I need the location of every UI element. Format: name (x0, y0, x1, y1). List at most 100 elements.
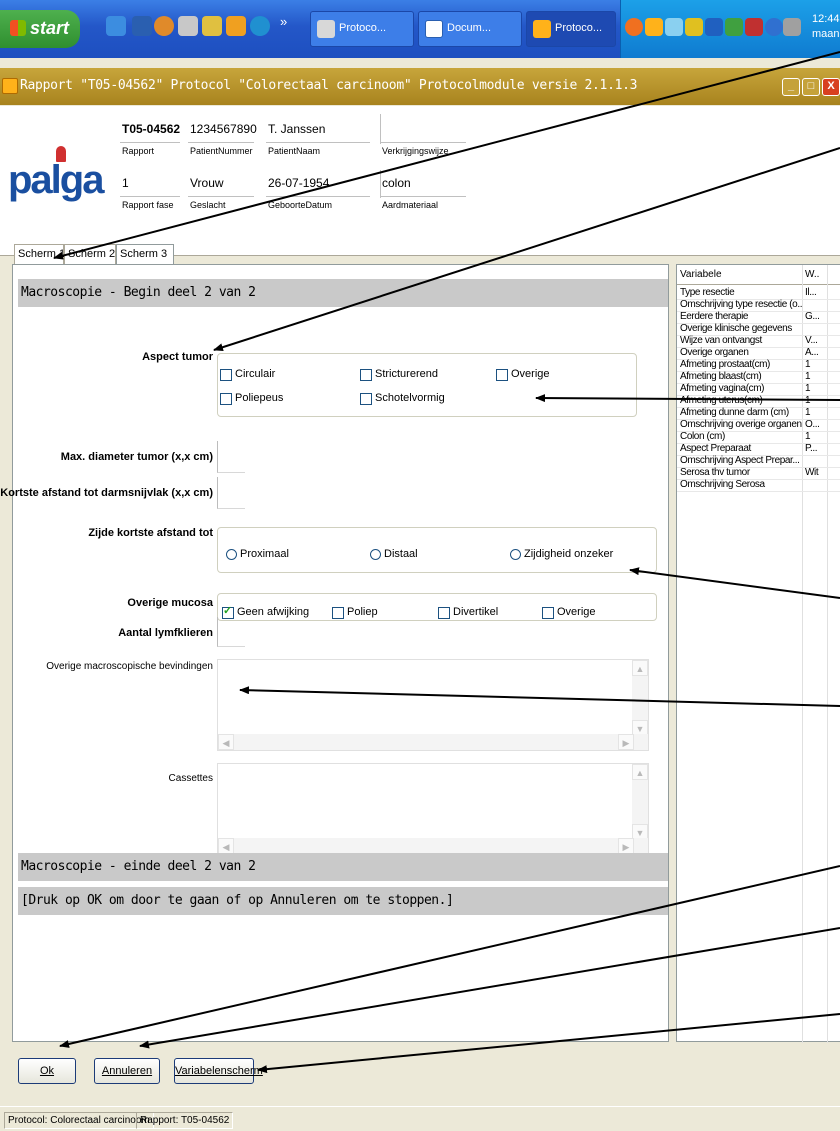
tab-scherm-2[interactable]: Scherm 2 (64, 244, 116, 264)
clock-day: maandag (812, 28, 840, 40)
gender: Vrouw (190, 176, 224, 190)
birth-date-label: GeboorteDatum (268, 200, 333, 210)
app-icon[interactable] (226, 16, 246, 36)
clock-time: 12:44 (812, 13, 840, 25)
system-tray (620, 0, 840, 58)
tray-icon-4[interactable] (685, 18, 703, 36)
side-onzeker-radio[interactable]: Zijdigheid onzeker (510, 548, 613, 560)
scroll-left-icon[interactable]: ◀ (218, 734, 234, 750)
app-icon (2, 78, 18, 94)
birth-date: 26-07-1954 (268, 176, 330, 190)
cancel-button[interactable]: Annuleren (94, 1058, 160, 1084)
mucosa-group: Geen afwijking Poliep Divertikel Overige (217, 593, 657, 621)
task-button-protocol-2[interactable]: Protoco... (526, 11, 616, 47)
cancel-label: Annuleren (101, 1065, 153, 1077)
maximize-button[interactable]: □ (802, 78, 820, 96)
aspect-circulair-checkbox[interactable]: Circulair (220, 368, 275, 381)
tray-icon-2[interactable] (645, 18, 663, 36)
other-findings-hscroll[interactable]: ◀ ▶ (218, 734, 648, 750)
tray-icon-6[interactable] (725, 18, 743, 36)
variables-table[interactable]: Variabele W.. Type resectie Il... Omschrij… (676, 264, 840, 1043)
task-button-protocol-1[interactable]: Protoco... (310, 11, 414, 47)
max-diameter-input[interactable] (217, 441, 245, 473)
report-phase: 1 (122, 176, 129, 190)
tab-scherm-1[interactable]: Scherm 1 (14, 244, 65, 264)
aspect-tumor-label: Aspect tumor (142, 351, 213, 363)
start-label: start (30, 18, 70, 38)
variable-value: 1 (805, 383, 811, 394)
close-button[interactable]: X (822, 78, 840, 96)
patient-name-label: PatientNaam (268, 146, 321, 156)
report-phase-label: Rapport fase (122, 200, 174, 210)
column-waarde[interactable]: W.. (805, 269, 819, 280)
side-distaal-radio[interactable]: Distaal (370, 548, 418, 560)
status-report: Rapport: T05-04562 (136, 1112, 234, 1129)
tray-icon-7[interactable] (745, 18, 763, 36)
variable-value: 1 (805, 371, 811, 382)
side-label: Zijde kortste afstand tot (88, 527, 213, 539)
clock[interactable]: 12:44 maandag (812, 12, 840, 42)
aspect-schotelvormig-checkbox[interactable]: Schotelvormig (360, 392, 445, 405)
variables-screen-button[interactable]: Variabelenscherm (174, 1058, 263, 1084)
minimize-button[interactable]: _ (782, 78, 800, 96)
tray-icon-1[interactable] (625, 18, 643, 36)
variables-table-header: Variabele W.. (677, 265, 840, 285)
side-group: Proximaal Distaal Zijdigheid onzeker (217, 527, 657, 573)
word-icon[interactable] (132, 16, 152, 36)
mucosa-poliep-checkbox[interactable]: Poliep (332, 606, 378, 619)
variable-name: Aspect Preparaat (680, 443, 751, 454)
aspect-stricturerend-checkbox[interactable]: Stricturerend (360, 368, 438, 381)
scroll-right-icon[interactable]: ▶ (618, 734, 634, 750)
tray-icon-3[interactable] (665, 18, 683, 36)
variable-name: Eerdere therapie (680, 311, 749, 322)
task-button-document[interactable]: Docum... (418, 11, 522, 47)
ok-button[interactable]: Ok (18, 1058, 76, 1084)
shortest-distance-input[interactable] (217, 477, 245, 509)
other-findings-vscroll[interactable]: ▲ ▼ (632, 660, 648, 736)
window-titlebar[interactable]: Rapport "T05-04562" Protocol "Colorectaa… (0, 68, 840, 105)
scroll-left-icon[interactable]: ◀ (218, 838, 234, 854)
document-icon (425, 20, 443, 38)
task-label: Protoco... (555, 22, 603, 34)
cassettes-vscroll[interactable]: ▲ ▼ (632, 764, 648, 840)
lymph-input[interactable] (217, 617, 245, 647)
cassettes-hscroll[interactable]: ◀ ▶ (218, 838, 648, 854)
variable-value: A... (805, 347, 819, 358)
scroll-up-icon[interactable]: ▲ (632, 660, 648, 676)
media-icon[interactable] (250, 16, 270, 36)
shortest-distance-label: Kortste afstand tot darmsnijvlak (x,x cm… (0, 487, 213, 499)
desktop-icon[interactable] (106, 16, 126, 36)
task-label: Docum... (447, 22, 492, 34)
variable-name: Colon (cm) (680, 431, 725, 442)
aspect-poliepeus-checkbox[interactable]: Poliepeus (220, 392, 283, 405)
aspect-overige-checkbox[interactable]: Overige (496, 368, 550, 381)
taskbar: start » Protoco... Docum... Protoco... 1… (0, 0, 840, 58)
tab-scherm-3[interactable]: Scherm 3 (116, 244, 174, 264)
tray-icon-9[interactable] (783, 18, 801, 36)
side-proximaal-radio[interactable]: Proximaal (226, 548, 289, 560)
report-label: Rapport (122, 146, 155, 156)
column-variabele[interactable]: Variabele (680, 269, 722, 280)
overflow-chevron-icon[interactable]: » (280, 14, 287, 29)
variable-name: Afmeting vagina(cm) (680, 383, 765, 394)
tray-icon-5[interactable] (705, 18, 723, 36)
report-number: T05-04562 (122, 122, 181, 136)
cassettes-label: Cassettes (168, 773, 213, 784)
mucosa-divertikel-checkbox[interactable]: Divertikel (438, 606, 498, 619)
ok-label: Ok (39, 1065, 55, 1077)
tools-icon[interactable] (178, 16, 198, 36)
other-findings-textarea[interactable]: ▲ ▼ ◀ ▶ (217, 659, 649, 751)
mucosa-overige-checkbox[interactable]: Overige (542, 606, 596, 619)
patient-name: T. Janssen (268, 122, 326, 136)
cassettes-textarea[interactable]: ▲ ▼ ◀ ▶ (217, 763, 649, 855)
patient-number-label: PatientNummer (190, 146, 253, 156)
firefox-icon[interactable] (154, 16, 174, 36)
tray-icon-8[interactable] (765, 18, 783, 36)
report-header: palga T05-04562 Rapport 1234567890 Patie… (0, 106, 840, 256)
start-button[interactable]: start (0, 10, 80, 48)
scroll-up-icon[interactable]: ▲ (632, 764, 648, 780)
folder-icon[interactable] (202, 16, 222, 36)
scroll-right-icon[interactable]: ▶ (618, 838, 634, 854)
variable-name: Omschrijving overige organen (680, 419, 802, 430)
variable-row[interactable]: Omschrijving Serosa (677, 479, 840, 492)
